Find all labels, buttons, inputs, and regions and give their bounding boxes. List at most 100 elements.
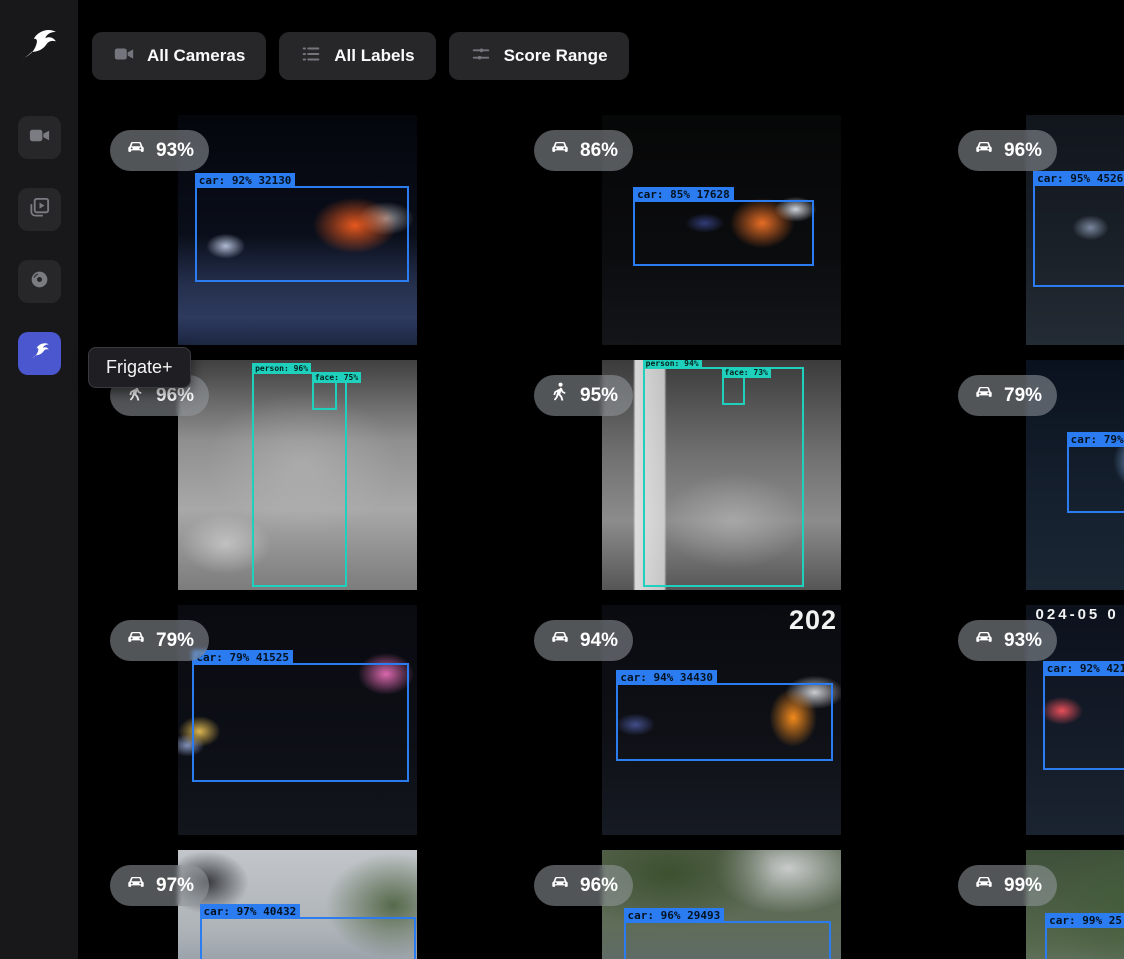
score-badge: 94% (534, 620, 633, 661)
bbox-label: car: 96% 29493 (624, 908, 725, 923)
score-badge: 79% (958, 375, 1057, 416)
detection-thumbnail[interactable]: car: 92% 32130 (178, 115, 417, 345)
score-badge: 96% (534, 865, 633, 906)
score-badge-label: 99% (1004, 874, 1042, 898)
bbox-car: car: 79% (1067, 445, 1124, 513)
bbox-car: car: 94% 34430 (616, 683, 833, 761)
detection-thumbnail[interactable]: car: 96% 29493 (602, 850, 841, 959)
bbox-label: face: 75% (312, 372, 361, 383)
detection-card: car: 97% 40432 97% (86, 850, 510, 959)
sidebar-item-export[interactable] (18, 260, 61, 303)
detections-grid: car: 92% 32130 93% car: 85% 17628 86% ca… (0, 0, 1124, 959)
detection-card: car: 85% 17628 86% (510, 115, 934, 345)
sidebar-nav (0, 116, 78, 375)
bbox-label: car: 92% 32130 (195, 173, 296, 188)
car-icon (973, 381, 995, 410)
detection-thumbnail[interactable]: car: 85% 17628 (602, 115, 841, 345)
bbox-label: car: 85% 17628 (633, 187, 734, 202)
score-badge: 86% (534, 130, 633, 171)
all-cameras-label: All Cameras (147, 46, 245, 66)
score-badge: 99% (958, 865, 1057, 906)
frigate-logo (18, 24, 60, 74)
detection-card: person: 94% face: 73% 95% (510, 360, 934, 590)
detection-card: car: 92% 4218 024-05 0 93% (934, 605, 1124, 835)
person-icon (549, 381, 571, 410)
sidebar-item-review[interactable] (18, 188, 61, 231)
bbox-label: car: 79% (1067, 432, 1124, 447)
car-icon (549, 626, 571, 655)
detection-thumbnail[interactable]: car: 94% 34430 202 (602, 605, 841, 835)
tooltip-text: Frigate+ (106, 357, 173, 377)
score-range-filter-button[interactable]: Score Range (449, 32, 629, 80)
bbox-label: car: 97% 40432 (200, 904, 301, 919)
detection-card: car: 95% 45260 96% (934, 115, 1124, 345)
score-range-label: Score Range (504, 46, 608, 66)
bbox-car: car: 92% 4218 (1043, 674, 1124, 770)
detection-card: person: 96%face: 75% 96% (86, 360, 510, 590)
bbox-label: car: 99% 25 (1045, 913, 1124, 928)
frigate-plus-bird-icon (28, 340, 51, 368)
score-badge-label: 93% (1004, 629, 1042, 653)
detection-card: car: 99% 25 99% (934, 850, 1124, 959)
score-badge-label: 79% (156, 629, 194, 653)
sidebar (0, 0, 78, 959)
score-badge-label: 96% (580, 874, 618, 898)
car-icon (125, 871, 147, 900)
bbox-car: car: 95% 45260 (1033, 184, 1124, 287)
score-badge-label: 95% (580, 384, 618, 408)
all-labels-label: All Labels (334, 46, 414, 66)
score-badge-label: 94% (580, 629, 618, 653)
detection-thumbnail[interactable]: car: 97% 40432 (178, 850, 417, 959)
detection-card: car: 96% 29493 96% (510, 850, 934, 959)
score-badge-label: 97% (156, 874, 194, 898)
detection-card: car: 79% 41525 79% (86, 605, 510, 835)
bbox-face: face: 75% (312, 381, 338, 410)
detection-thumbnail[interactable]: person: 96%face: 75% (178, 360, 417, 590)
bbox-label: car: 79% 41525 (192, 650, 293, 665)
bbox-car: car: 85% 17628 (633, 200, 814, 266)
camera-icon (28, 124, 51, 152)
score-badge: 93% (958, 620, 1057, 661)
car-icon (125, 136, 147, 165)
export-disc-icon (28, 268, 51, 296)
score-badge: 79% (110, 620, 209, 661)
bbox-label: car: 92% 4218 (1043, 661, 1124, 676)
bbox-label: person: 96% (252, 363, 311, 374)
detection-card: car: 79% 79% (934, 360, 1124, 590)
bbox-label: face: 73% (722, 367, 771, 378)
car-icon (549, 871, 571, 900)
review-icon (28, 196, 51, 224)
bbox-car: car: 92% 32130 (195, 186, 409, 282)
sidebar-item-frigate-plus[interactable] (18, 332, 61, 375)
frigate-plus-page: car: 92% 32130 93% car: 85% 17628 86% ca… (0, 0, 1124, 959)
score-badge-label: 79% (1004, 384, 1042, 408)
car-icon (125, 626, 147, 655)
bbox-label: car: 95% 45260 (1033, 171, 1124, 186)
bbox-car: car: 96% 29493 (624, 921, 831, 959)
bbox-car: car: 99% 25 (1045, 926, 1124, 959)
detection-card: car: 94% 34430 202 94% (510, 605, 934, 835)
filter-bar: All Cameras All Labels Score Range (92, 32, 629, 80)
bbox-label: person: 94% (643, 360, 702, 369)
detection-thumbnail[interactable]: car: 79% 41525 (178, 605, 417, 835)
detection-thumbnail[interactable]: person: 94% face: 73% (602, 360, 841, 590)
score-badge: 97% (110, 865, 209, 906)
bbox-car: car: 97% 40432 (200, 917, 417, 959)
score-badge: 96% (958, 130, 1057, 171)
camera-icon (113, 43, 135, 70)
timestamp-overlay: 202 (789, 605, 837, 636)
bbox-car: car: 79% 41525 (192, 663, 409, 782)
score-badge: 93% (110, 130, 209, 171)
sliders-icon (470, 43, 492, 70)
car-icon (973, 136, 995, 165)
sidebar-item-live[interactable] (18, 116, 61, 159)
score-badge-label: 93% (156, 139, 194, 163)
all-labels-filter-button[interactable]: All Labels (279, 32, 435, 80)
score-badge: 95% (534, 375, 633, 416)
bbox-label: car: 94% 34430 (616, 670, 717, 685)
timestamp-overlay: 024-05 0 (1036, 606, 1119, 623)
car-icon (973, 871, 995, 900)
bbox-face: face: 73% (722, 376, 745, 405)
all-cameras-filter-button[interactable]: All Cameras (92, 32, 266, 80)
score-badge-label: 96% (1004, 139, 1042, 163)
